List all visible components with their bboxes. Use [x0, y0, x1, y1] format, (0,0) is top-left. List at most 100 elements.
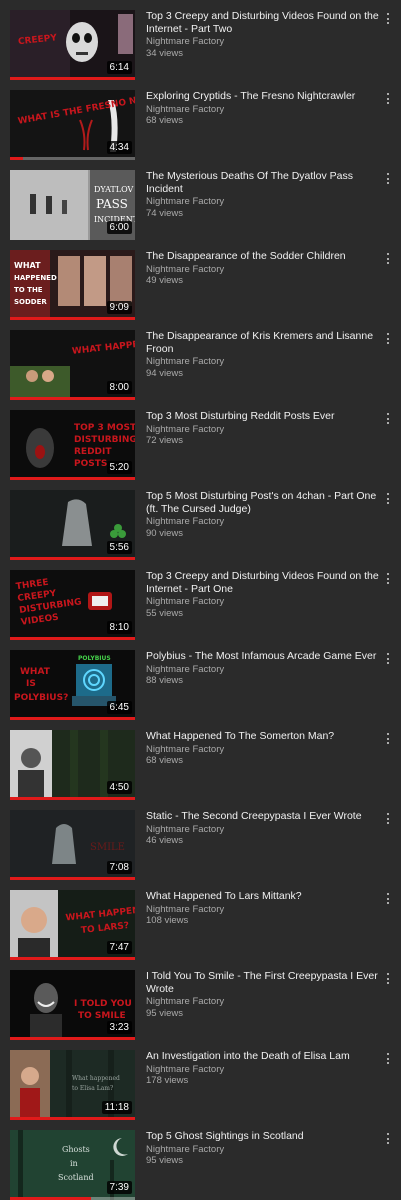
more-options-icon[interactable]	[381, 410, 395, 428]
video-thumbnail[interactable]: CREEPY 6:14	[10, 10, 135, 80]
thumb-caption: POSTS	[74, 459, 107, 469]
more-options-icon[interactable]	[381, 90, 395, 108]
view-count: 68 views	[146, 755, 183, 766]
more-options-icon[interactable]	[381, 730, 395, 748]
video-title[interactable]: Top 3 Creepy and Disturbing Videos Found…	[146, 10, 380, 35]
video-thumbnail[interactable]: 4:50	[10, 730, 135, 800]
video-thumbnail[interactable]: POLYBIUS WHAT IS POLYBIUS? 6:45	[10, 650, 135, 720]
more-options-icon[interactable]	[381, 890, 395, 908]
duration-badge: 5:56	[106, 541, 132, 554]
channel-name[interactable]: Nightmare Factory	[146, 516, 380, 528]
video-title[interactable]: Top 5 Ghost Sightings in Scotland	[146, 1130, 380, 1143]
video-row[interactable]: WHAT IS THE FRESNO NIGHTCRAWLER? 4:34 Ex…	[0, 80, 401, 160]
video-thumbnail[interactable]: WHAT HAPPENED TO THE SODDER 9:09	[10, 250, 135, 320]
view-count: 34 views	[146, 47, 183, 59]
channel-name[interactable]: Nightmare Factory	[146, 596, 380, 608]
view-count: 68 views	[146, 115, 183, 126]
channel-name[interactable]: Nightmare Factory	[146, 1064, 380, 1076]
video-row[interactable]: 4:50 What Happened To The Somerton Man? …	[0, 720, 401, 800]
video-title[interactable]: The Disappearance of Kris Kremers and Li…	[146, 330, 380, 355]
thumb-caption: SMILE	[90, 842, 125, 853]
video-row[interactable]: SMILE 7:08 Static - The Second Creepypas…	[0, 800, 401, 880]
video-thumbnail[interactable]: I TOLD YOU TO SMILE 3:23	[10, 970, 135, 1040]
more-options-icon[interactable]	[381, 650, 395, 668]
video-thumbnail[interactable]: WHAT HAPPENED TO KRIS AND LISANNE? 8:00	[10, 330, 135, 400]
thumb-caption: I TOLD YOU	[74, 999, 132, 1009]
video-thumbnail[interactable]: DYATLOV PASS INCIDENT 6:00	[10, 170, 135, 240]
more-options-icon[interactable]	[381, 570, 395, 588]
channel-name[interactable]: Nightmare Factory	[146, 996, 380, 1008]
channel-name[interactable]: Nightmare Factory	[146, 104, 380, 116]
video-title[interactable]: Static - The Second Creepypasta I Ever W…	[146, 810, 380, 823]
channel-name[interactable]: Nightmare Factory	[146, 664, 380, 676]
more-options-icon[interactable]	[381, 490, 395, 508]
channel-name[interactable]: Nightmare Factory	[146, 424, 380, 436]
video-list: CREEPY 6:14 Top 3 Creepy and Disturbing …	[0, 0, 401, 1200]
more-options-icon[interactable]	[381, 810, 395, 828]
video-row[interactable]: WHAT HAPPENED TO LARS? 7:47 What Happene…	[0, 880, 401, 960]
duration-badge: 3:23	[106, 1021, 132, 1034]
more-options-icon[interactable]	[381, 10, 395, 28]
channel-name[interactable]: Nightmare Factory	[146, 36, 380, 48]
channel-name[interactable]: Nightmare Factory	[146, 904, 380, 916]
video-title[interactable]: Top 3 Creepy and Disturbing Videos Found…	[146, 570, 380, 595]
thumb-caption: POLYBIUS	[78, 655, 111, 662]
channel-name[interactable]: Nightmare Factory	[146, 196, 380, 208]
video-row[interactable]: THREE CREEPY DISTURBING VIDEOS 8:10 Top …	[0, 560, 401, 640]
video-thumbnail[interactable]: WHAT IS THE FRESNO NIGHTCRAWLER? 4:34	[10, 90, 135, 160]
video-title[interactable]: Top 3 Most Disturbing Reddit Posts Ever	[146, 410, 380, 423]
video-title[interactable]: What Happened To The Somerton Man?	[146, 730, 380, 743]
video-thumbnail[interactable]: 5:56	[10, 490, 135, 560]
video-title[interactable]: An Investigation into the Death of Elisa…	[146, 1050, 380, 1063]
video-title[interactable]: Polybius - The Most Infamous Arcade Game…	[146, 650, 380, 663]
more-options-icon[interactable]	[381, 170, 395, 188]
channel-name[interactable]: Nightmare Factory	[146, 744, 380, 756]
view-count: 55 views	[146, 607, 183, 619]
channel-name[interactable]: Nightmare Factory	[146, 356, 380, 368]
video-thumbnail[interactable]: What happened to Elisa Lam? 11:18	[10, 1050, 135, 1120]
thumb-caption: to Elisa Lam?	[72, 1085, 113, 1092]
thumb-caption: REDDIT	[74, 447, 112, 457]
video-title[interactable]: The Mysterious Deaths Of The Dyatlov Pas…	[146, 170, 380, 195]
video-thumbnail[interactable]: SMILE 7:08	[10, 810, 135, 880]
video-row[interactable]: WHAT HAPPENED TO THE SODDER 9:09 The Dis…	[0, 240, 401, 320]
video-thumbnail[interactable]: WHAT HAPPENED TO LARS? 7:47	[10, 890, 135, 960]
video-title[interactable]: Top 5 Most Disturbing Post's on 4chan - …	[146, 490, 380, 515]
video-row[interactable]: WHAT HAPPENED TO KRIS AND LISANNE? 8:00 …	[0, 320, 401, 400]
video-thumbnail[interactable]: Ghosts in Scotland 7:39	[10, 1130, 135, 1200]
video-title[interactable]: The Disappearance of the Sodder Children	[146, 250, 380, 263]
duration-badge: 4:50	[106, 781, 132, 794]
duration-badge: 6:00	[106, 221, 132, 234]
thumb-caption: PASS	[96, 197, 128, 211]
more-options-icon[interactable]	[381, 970, 395, 988]
video-row[interactable]: What happened to Elisa Lam? 11:18 An Inv…	[0, 1040, 401, 1120]
thumb-caption: WHAT	[20, 667, 51, 677]
thumb-caption: Scotland	[58, 1173, 94, 1182]
more-options-icon[interactable]	[381, 330, 395, 348]
video-row[interactable]: 5:56 Top 5 Most Disturbing Post's on 4ch…	[0, 480, 401, 560]
channel-name[interactable]: Nightmare Factory	[146, 824, 380, 836]
video-title[interactable]: I Told You To Smile - The First Creepypa…	[146, 970, 380, 995]
thumb-caption: TO THE	[14, 286, 43, 294]
video-row[interactable]: I TOLD YOU TO SMILE 3:23 I Told You To S…	[0, 960, 401, 1040]
video-title[interactable]: What Happened To Lars Mittank?	[146, 890, 380, 903]
video-row[interactable]: CREEPY 6:14 Top 3 Creepy and Disturbing …	[0, 0, 401, 80]
duration-badge: 7:39	[106, 1181, 132, 1194]
channel-name[interactable]: Nightmare Factory	[146, 1144, 380, 1156]
more-options-icon[interactable]	[381, 250, 395, 268]
view-count: 88 views	[146, 675, 183, 686]
more-options-icon[interactable]	[381, 1130, 395, 1148]
view-count: 94 views	[146, 367, 183, 379]
video-row[interactable]: Ghosts in Scotland 7:39 Top 5 Ghost Sigh…	[0, 1120, 401, 1200]
video-row[interactable]: TOP 3 MOST DISTURBING REDDIT POSTS 5:20 …	[0, 400, 401, 480]
view-count: 72 views	[146, 435, 183, 446]
view-count: 46 views	[146, 835, 183, 846]
duration-badge: 6:14	[106, 61, 132, 74]
channel-name[interactable]: Nightmare Factory	[146, 264, 380, 276]
video-thumbnail[interactable]: THREE CREEPY DISTURBING VIDEOS 8:10	[10, 570, 135, 640]
more-options-icon[interactable]	[381, 1050, 395, 1068]
video-row[interactable]: DYATLOV PASS INCIDENT 6:00 The Mysteriou…	[0, 160, 401, 240]
video-title[interactable]: Exploring Cryptids - The Fresno Nightcra…	[146, 90, 380, 103]
video-row[interactable]: POLYBIUS WHAT IS POLYBIUS? 6:45 Polybius…	[0, 640, 401, 720]
video-thumbnail[interactable]: TOP 3 MOST DISTURBING REDDIT POSTS 5:20	[10, 410, 135, 480]
